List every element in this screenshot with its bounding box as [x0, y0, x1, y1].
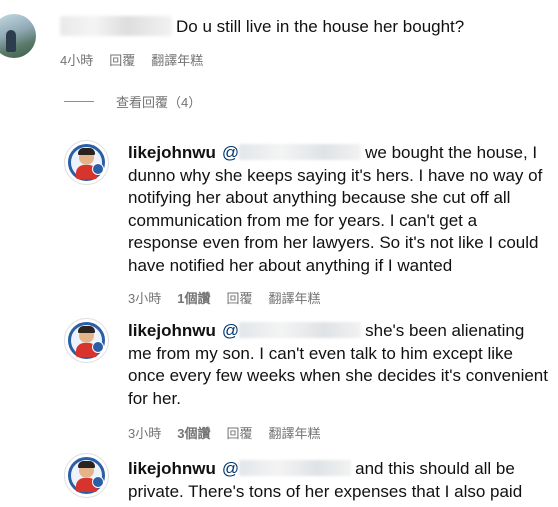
translate-button[interactable]: 翻譯年糕	[151, 50, 203, 69]
redacted-mention	[239, 322, 362, 338]
redacted-mention	[239, 144, 362, 160]
mention-link[interactable]: @	[222, 143, 365, 162]
reply-meta: 3小時 3個讚 回覆 翻譯年糕	[128, 423, 337, 442]
avatar-hair	[78, 461, 95, 468]
avatar[interactable]	[0, 14, 36, 58]
avatar-hair	[78, 326, 95, 333]
avatar-badge-icon	[92, 163, 104, 175]
divider-line	[64, 101, 94, 102]
avatar[interactable]	[64, 453, 109, 498]
translate-button[interactable]: 翻譯年糕	[268, 423, 320, 442]
avatar-hair	[78, 148, 95, 155]
comment-time: 4小時	[60, 53, 94, 68]
avatar[interactable]	[64, 140, 109, 185]
reply-button[interactable]: 回覆	[226, 288, 252, 307]
comment-text: Do u still live in the house her bought?	[176, 17, 465, 36]
avatar-person-shape	[6, 30, 16, 52]
reply-time: 3小時	[128, 291, 162, 306]
translate-button[interactable]: 翻譯年糕	[268, 288, 320, 307]
username-link[interactable]: likejohnwu	[128, 459, 216, 478]
likes-count[interactable]: 1個讚	[177, 288, 210, 307]
reply-time: 3小時	[128, 426, 162, 441]
comment-thread: Do u still live in the house her bought?…	[0, 0, 558, 507]
redacted-username	[60, 16, 172, 36]
view-replies-button[interactable]: 查看回覆（4）	[64, 92, 201, 111]
avatar-badge-icon	[92, 341, 104, 353]
avatar-badge-icon	[92, 476, 104, 488]
view-replies-label: 查看回覆（4）	[116, 95, 202, 110]
username-link[interactable]: likejohnwu	[128, 143, 216, 162]
redacted-mention	[239, 460, 352, 476]
comment-meta: 4小時 回覆 翻譯年糕	[60, 50, 219, 69]
reply-meta: 3小時 1個讚 回覆 翻譯年糕	[128, 288, 337, 307]
reply-content: likejohnwu @ we bought the house, I dunno …	[128, 142, 548, 277]
reply-button[interactable]: 回覆	[226, 423, 252, 442]
username-link[interactable]: likejohnwu	[128, 321, 216, 340]
avatar[interactable]	[64, 318, 109, 363]
reply-button[interactable]: 回覆	[109, 50, 135, 69]
mention-link[interactable]: @	[222, 459, 355, 478]
reply-content: likejohnwu @ she's been alienating me from…	[128, 320, 548, 410]
mention-link[interactable]: @	[222, 321, 365, 340]
reply-text: we bought the house, I dunno why she kee…	[128, 143, 543, 275]
reply-content: likejohnwu @ and this should all be privat…	[128, 458, 548, 503]
likes-count[interactable]: 3個讚	[177, 423, 210, 442]
